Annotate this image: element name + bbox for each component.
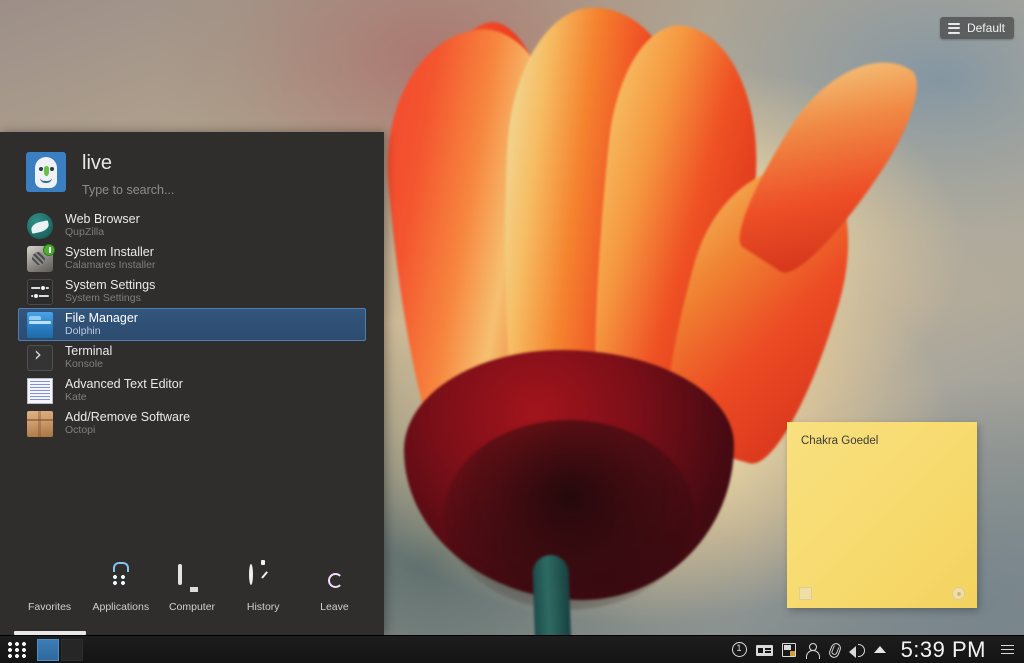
activity-default-button[interactable]: Default bbox=[940, 17, 1014, 39]
menu-item-web-browser[interactable]: Web Browser QupZilla bbox=[18, 209, 366, 242]
show-hidden-arrow-icon[interactable] bbox=[874, 646, 886, 653]
apps-bag-icon bbox=[107, 566, 135, 594]
tab-label: Applications bbox=[92, 601, 149, 613]
sticky-note-text[interactable]: Chakra Goedel bbox=[801, 434, 963, 449]
sticky-note-widget[interactable]: Chakra Goedel bbox=[787, 422, 977, 608]
terminal-icon bbox=[27, 345, 53, 371]
menu-item-title: System Installer bbox=[65, 246, 155, 260]
clipboard-clip-icon[interactable] bbox=[828, 642, 840, 657]
tab-history[interactable]: History bbox=[228, 561, 299, 613]
panel-hamburger-icon[interactable] bbox=[999, 645, 1016, 655]
kickoff-username: live bbox=[82, 153, 332, 173]
panel-left-section bbox=[0, 636, 83, 663]
menu-item-add-remove-software[interactable]: Add/Remove Software Octopi bbox=[18, 407, 366, 440]
tab-leave[interactable]: Leave bbox=[299, 561, 370, 613]
tab-label: History bbox=[247, 601, 280, 613]
sticky-note-footer bbox=[799, 587, 965, 600]
octopi-icon bbox=[27, 411, 53, 437]
folder-icon bbox=[27, 312, 53, 338]
kickoff-tab-bar[interactable]: Favorites Applications Computer History … bbox=[0, 555, 384, 629]
hamburger-icon bbox=[948, 23, 960, 34]
menu-item-title: File Manager bbox=[65, 312, 138, 326]
notifications-icon[interactable] bbox=[732, 642, 747, 657]
desktop[interactable]: Default live Web Browser QupZilla bbox=[0, 0, 1024, 663]
menu-item-title: Web Browser bbox=[65, 213, 140, 227]
menu-item-subtitle: Calamares Installer bbox=[65, 260, 155, 271]
power-leave-icon bbox=[320, 566, 348, 594]
application-grid-icon bbox=[8, 642, 26, 658]
menu-item-advanced-text-editor[interactable]: Advanced Text Editor Kate bbox=[18, 374, 366, 407]
gear-icon[interactable] bbox=[952, 587, 965, 600]
installer-icon bbox=[27, 246, 53, 272]
tab-label: Leave bbox=[320, 601, 349, 613]
menu-item-subtitle: System Settings bbox=[65, 293, 155, 304]
menu-item-subtitle: Konsole bbox=[65, 359, 112, 370]
menu-item-title: Add/Remove Software bbox=[65, 411, 190, 425]
digital-clock[interactable]: 5:39 PM bbox=[895, 636, 990, 663]
settings-icon bbox=[27, 279, 53, 305]
pager-widget[interactable] bbox=[37, 639, 83, 661]
menu-item-subtitle: Dolphin bbox=[65, 326, 138, 337]
menu-item-subtitle: Kate bbox=[65, 392, 183, 403]
tab-applications[interactable]: Applications bbox=[85, 561, 156, 613]
favorites-list[interactable]: Web Browser QupZilla System Installer Ca… bbox=[0, 209, 384, 555]
kate-icon bbox=[27, 378, 53, 404]
menu-item-terminal[interactable]: Terminal Konsole bbox=[18, 341, 366, 374]
menu-item-subtitle: QupZilla bbox=[65, 227, 140, 238]
monitor-icon bbox=[178, 566, 206, 594]
menu-item-file-manager[interactable]: File Manager Dolphin bbox=[18, 308, 366, 341]
user-switch-icon[interactable] bbox=[805, 643, 819, 657]
tab-label: Computer bbox=[169, 601, 215, 613]
volume-icon[interactable] bbox=[849, 643, 865, 656]
user-avatar-icon bbox=[26, 152, 66, 192]
search-input[interactable] bbox=[82, 183, 332, 197]
pager-desktop-2[interactable] bbox=[61, 639, 83, 661]
pager-desktop-1[interactable] bbox=[37, 639, 59, 661]
taskbar-panel[interactable]: 5:39 PM bbox=[0, 635, 1024, 663]
menu-item-title: Advanced Text Editor bbox=[65, 378, 183, 392]
tab-favorites[interactable]: Favorites bbox=[14, 561, 85, 613]
kickoff-application-menu[interactable]: live Web Browser QupZilla System Install… bbox=[0, 132, 384, 635]
qupzilla-icon bbox=[27, 213, 53, 239]
menu-item-subtitle: Octopi bbox=[65, 425, 190, 436]
application-launcher-button[interactable] bbox=[0, 636, 34, 663]
paste-icon[interactable] bbox=[799, 587, 812, 600]
kickoff-header: live bbox=[0, 132, 384, 203]
menu-item-system-installer[interactable]: System Installer Calamares Installer bbox=[18, 242, 366, 275]
removable-device-icon[interactable] bbox=[756, 645, 773, 656]
bookmark-icon bbox=[36, 566, 64, 594]
system-tray[interactable]: 5:39 PM bbox=[732, 636, 1024, 663]
menu-item-system-settings[interactable]: System Settings System Settings bbox=[18, 275, 366, 308]
tab-computer[interactable]: Computer bbox=[156, 561, 227, 613]
stopwatch-icon bbox=[249, 566, 277, 594]
disk-storage-icon[interactable] bbox=[782, 643, 796, 657]
activity-default-label: Default bbox=[967, 21, 1005, 35]
menu-item-title: Terminal bbox=[65, 345, 112, 359]
menu-item-title: System Settings bbox=[65, 279, 155, 293]
tab-label: Favorites bbox=[28, 601, 71, 613]
